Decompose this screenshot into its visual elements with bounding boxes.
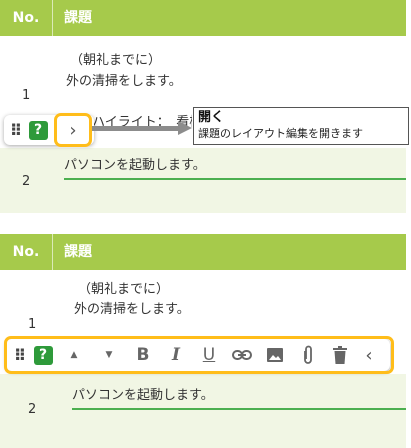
task-text-line2: 外の清掃をします。: [66, 74, 182, 89]
row-number: 1: [22, 88, 31, 103]
expand-toolbar-button[interactable]: ›: [62, 116, 84, 144]
header-divider: [52, 0, 53, 36]
row-number: 2: [28, 402, 37, 417]
table-row: 2 パソコンを起動します。: [0, 148, 406, 213]
table-header: No. 課題: [0, 234, 406, 270]
tooltip: 開く 課題のレイアウト編集を開きます: [193, 107, 409, 145]
top-panel: No. 課題 （朝礼までに） 外の清掃をします。 ハイライト： 看板 1 2 パ…: [0, 0, 411, 215]
tooltip-title: 開く: [198, 110, 225, 125]
help-button[interactable]: ?: [26, 116, 50, 144]
header-title: 課題: [64, 10, 92, 26]
task-input[interactable]: パソコンを起動します。: [64, 154, 406, 180]
callout-arrow-head: [178, 121, 192, 135]
tooltip-description: 課題のレイアウト編集を開きます: [198, 127, 363, 140]
highlight-box: [4, 336, 394, 374]
task-text-line1: （朝礼までに）: [78, 282, 170, 297]
drag-handle-icon[interactable]: ⠿: [4, 116, 26, 144]
bottom-panel: No. 課題 （朝礼までに） 外の清掃をします。 1 2 パソコンを起動します。…: [0, 234, 411, 448]
header-no: No.: [12, 244, 40, 260]
table-header: No. 課題: [0, 0, 406, 36]
task-input[interactable]: パソコンを起動します。: [72, 384, 406, 410]
header-divider: [52, 234, 53, 270]
row-number: 2: [22, 174, 31, 189]
callout-arrow: [92, 126, 179, 131]
row-number: 1: [28, 317, 37, 332]
table-row: 2 パソコンを起動します。: [0, 374, 406, 448]
header-title: 課題: [64, 244, 92, 260]
help-icon: ?: [28, 120, 48, 140]
task-text-line2: 外の清掃をします。: [74, 302, 190, 317]
task-text-line1: （朝礼までに）: [70, 53, 162, 68]
header-no: No.: [12, 10, 40, 26]
